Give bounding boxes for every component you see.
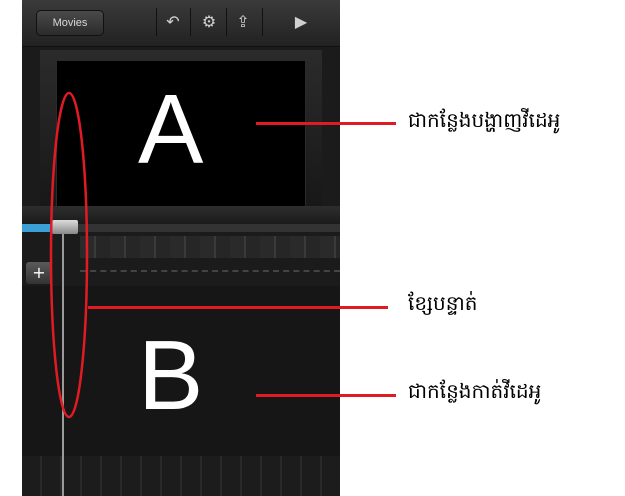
annotation-line-display bbox=[256, 122, 396, 125]
annotation-cutting-area: ជាកន្លែងកាត់វីដេអូ bbox=[408, 379, 542, 403]
annotation-line-cutting bbox=[256, 394, 396, 397]
annotation-line-timeline bbox=[88, 306, 388, 309]
annotation-display-area: ជាកន្លែងបង្ហាញវីដេអូ bbox=[408, 108, 561, 132]
annotation-timeline-line: ខ្សែបន្ទាត់ bbox=[408, 291, 478, 315]
playhead-highlight-oval bbox=[49, 91, 89, 419]
